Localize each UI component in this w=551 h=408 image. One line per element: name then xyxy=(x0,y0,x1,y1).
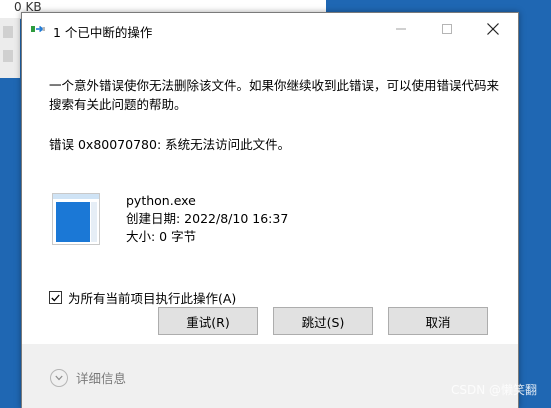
dialog-title: 1 个已中断的操作 xyxy=(53,25,153,40)
chevron-down-icon xyxy=(55,375,63,380)
file-thumbnail-side xyxy=(91,202,97,242)
file-thumbnail-bar xyxy=(53,194,99,199)
error-message: 一个意外错误使你无法删除该文件。如果你继续收到此错误，可以使用错误代码来搜索有关… xyxy=(49,78,500,112)
file-thumbnail-pane xyxy=(56,202,90,242)
file-size: 大小: 0 字节 xyxy=(126,229,197,244)
close-button[interactable] xyxy=(470,13,516,44)
file-info: python.exe 创建日期: 2022/8/10 16:37 大小: 0 字… xyxy=(126,192,288,246)
error-code-line: 错误 0x80070780: 系统无法访问此文件。 xyxy=(49,137,291,152)
maximize-icon xyxy=(442,23,452,34)
background-left-column xyxy=(0,18,20,78)
close-icon xyxy=(487,22,499,35)
background-item-marker xyxy=(3,50,13,62)
checkmark-icon xyxy=(51,294,60,301)
csdn-watermark: CSDN @懒笑翻 xyxy=(450,383,537,397)
background-item-marker xyxy=(3,26,13,38)
cancel-button[interactable]: 取消 xyxy=(388,307,488,335)
apply-to-all-checkbox[interactable] xyxy=(49,291,62,304)
apply-to-all-option[interactable]: 为所有当前项目执行此操作(A) xyxy=(49,288,236,307)
retry-button[interactable]: 重试(R) xyxy=(158,307,258,335)
details-label: 详细信息 xyxy=(76,371,127,386)
title-bar[interactable]: 1 个已中断的操作 xyxy=(22,13,518,44)
apply-to-all-label: 为所有当前项目执行此操作(A) xyxy=(68,291,237,306)
maximize-button[interactable] xyxy=(424,13,470,44)
dialog-footer: 详细信息 xyxy=(22,344,518,408)
details-toggle[interactable]: 详细信息 xyxy=(50,368,126,387)
file-transfer-icon xyxy=(31,25,45,33)
file-created-date: 创建日期: 2022/8/10 16:37 xyxy=(126,211,289,226)
dialog-content: 一个意外错误使你无法删除该文件。如果你继续收到此错误，可以使用错误代码来搜索有关… xyxy=(22,44,518,344)
details-chevron[interactable] xyxy=(50,368,68,387)
interrupted-operation-dialog: 1 个已中断的操作 一个意外错误使你无法删除该文件。如果你继续收到此错误，可以使… xyxy=(21,12,519,408)
file-name: python.exe xyxy=(126,193,196,208)
file-thumbnail xyxy=(52,193,100,245)
minimize-icon xyxy=(396,28,406,29)
minimize-button[interactable] xyxy=(378,13,424,44)
skip-button[interactable]: 跳过(S) xyxy=(273,307,373,335)
